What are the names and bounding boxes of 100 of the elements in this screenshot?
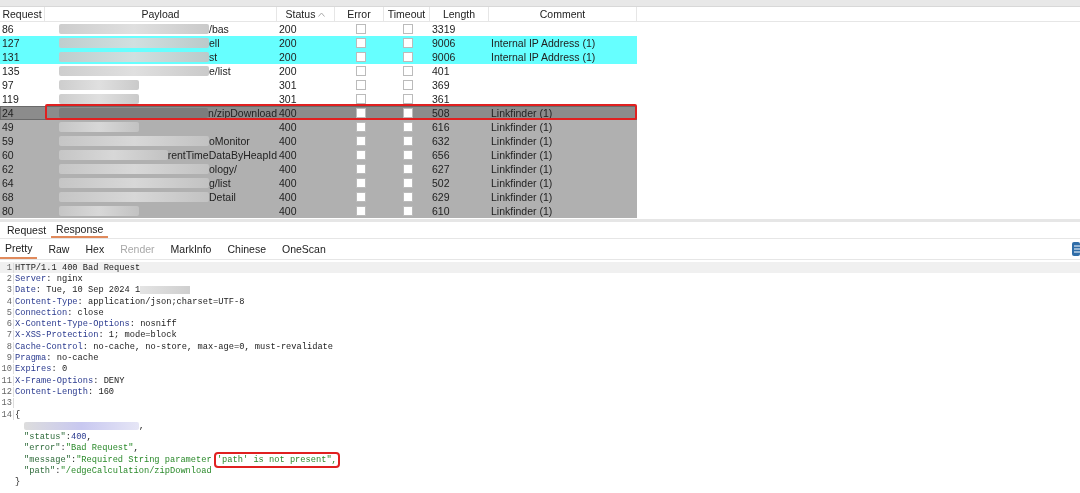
table-cell: g/list [209, 177, 231, 189]
table-row[interactable]: 60 rentTimeDataByHeapId 400 656 Linkfinder (1) [0, 148, 637, 162]
table-cell: 119 [2, 93, 19, 105]
table-row[interactable]: 80 400 610 Linkfinder (1) [0, 204, 637, 218]
checkbox[interactable] [403, 164, 413, 174]
line-number: 2 [6, 273, 12, 284]
table-cell: 200 [279, 65, 297, 77]
checkbox[interactable] [355, 122, 366, 132]
table-cell: Linkfinder (1) [491, 121, 553, 133]
line-number: 7 [6, 330, 12, 341]
table-cell: 361 [432, 93, 450, 105]
checkbox[interactable] [403, 52, 413, 62]
line-number: 1 [6, 262, 12, 273]
redaction-blur [140, 286, 191, 295]
column-header[interactable]: Timeout [384, 7, 430, 21]
checkbox[interactable] [355, 136, 366, 146]
column-header[interactable]: Request [0, 7, 45, 21]
table-row[interactable]: 59 oMonitor 400 632 Linkfinder (1) [0, 134, 637, 148]
table-cell: 369 [432, 79, 450, 91]
table-cell: Linkfinder (1) [491, 163, 553, 175]
checkbox[interactable] [403, 108, 413, 118]
table-cell: 656 [432, 149, 450, 161]
line-number: 13 [1, 398, 12, 409]
sort-icon [318, 11, 326, 17]
checkbox[interactable] [403, 192, 413, 202]
table-cell: 616 [432, 121, 450, 133]
table-cell: 629 [432, 191, 450, 203]
code-line: Pragma: no-cache [15, 353, 99, 363]
code-line: Date: Tue, 10 Sep 2024 1 [15, 285, 141, 296]
checkbox[interactable] [355, 80, 366, 90]
table-cell: 97 [2, 79, 14, 91]
table-cell: 627 [432, 163, 450, 175]
table-row[interactable]: 127 ell 200 9006 Internal IP Address (1) [0, 36, 637, 50]
tab[interactable]: OneScan [277, 239, 331, 259]
column-header[interactable]: Comment [489, 7, 637, 21]
table-cell: Linkfinder (1) [491, 135, 553, 147]
table-row[interactable]: 62 ology/ 400 627 Linkfinder (1) [0, 162, 637, 176]
line-number: 6 [6, 319, 12, 330]
table-row[interactable]: 49 400 616 Linkfinder (1) [0, 120, 637, 134]
code-line: HTTP/1.1 400 Bad Request [15, 262, 141, 273]
table-row[interactable]: 68 Detail 400 629 Linkfinder (1) [0, 190, 637, 204]
table-cell: Internal IP Address (1) [491, 37, 596, 49]
checkbox[interactable] [355, 192, 366, 202]
checkbox[interactable] [403, 150, 413, 160]
line-number: 5 [6, 307, 12, 318]
checkbox[interactable] [403, 178, 413, 188]
code-line: "path":"/edgeCalculation/zipDownload [24, 466, 212, 476]
checkbox[interactable] [355, 94, 366, 104]
checkbox[interactable] [355, 38, 366, 48]
tab[interactable]: Response [51, 222, 109, 238]
checkbox[interactable] [403, 206, 413, 216]
column-header[interactable]: Payload [45, 7, 277, 21]
checkbox[interactable] [403, 38, 413, 48]
checkbox[interactable] [403, 24, 413, 34]
tab[interactable]: Request [2, 222, 52, 238]
checkbox[interactable] [403, 94, 413, 104]
checkbox[interactable] [403, 122, 413, 132]
checkbox[interactable] [355, 178, 366, 188]
checkbox[interactable] [355, 150, 366, 160]
menu-icon[interactable] [1072, 242, 1080, 256]
tab[interactable]: Raw [43, 239, 75, 259]
table-cell: 9006 [432, 51, 456, 63]
table-cell: 200 [279, 23, 297, 35]
table-cell: 508 [432, 107, 450, 119]
code-line: X-Frame-Options: DENY [15, 375, 125, 386]
table-cell: 301 [279, 79, 297, 91]
checkbox[interactable] [403, 66, 413, 76]
tab[interactable]: Hex [80, 239, 110, 259]
checkbox[interactable] [355, 206, 366, 216]
table-cell: 68 [2, 191, 14, 203]
table-row[interactable]: 131 st 200 9006 Internal IP Address (1) [0, 50, 637, 64]
code-line: X-Content-Type-Options: nosniff [15, 319, 177, 330]
checkbox[interactable] [355, 108, 366, 118]
tab[interactable]: MarkInfo [165, 239, 217, 259]
code-line: "error":"Bad Request", [24, 443, 139, 454]
code-line: { [15, 409, 21, 420]
table-cell: Linkfinder (1) [491, 205, 553, 217]
line-number: 12 [1, 386, 12, 397]
table-cell: e/list [209, 65, 231, 77]
table-row[interactable]: 64 g/list 400 502 Linkfinder (1) [0, 176, 637, 190]
checkbox[interactable] [355, 24, 366, 34]
checkbox[interactable] [355, 164, 366, 174]
table-cell: oMonitor [209, 135, 250, 147]
column-header[interactable]: Error [335, 7, 384, 21]
checkbox[interactable] [403, 80, 413, 90]
checkbox[interactable] [403, 136, 413, 146]
table-cell: st [209, 51, 218, 63]
checkbox[interactable] [355, 66, 366, 76]
tab[interactable]: Chinese [222, 239, 271, 259]
line-number: 9 [6, 353, 12, 363]
table-cell: 60 [2, 149, 14, 161]
tab[interactable]: Pretty [0, 239, 38, 259]
column-header[interactable]: Status [277, 7, 335, 21]
table-cell: 3319 [432, 23, 456, 35]
table-cell: 9006 [432, 37, 456, 49]
table-cell: 400 [279, 149, 297, 161]
checkbox[interactable] [355, 52, 366, 62]
line-number: 3 [6, 285, 12, 296]
table-cell: Linkfinder (1) [491, 149, 553, 161]
column-header[interactable]: Length [430, 7, 489, 21]
